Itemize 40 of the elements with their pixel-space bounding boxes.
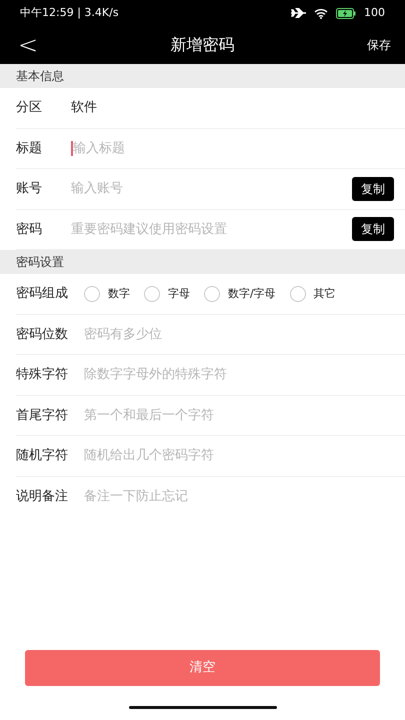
field-label: 密码 (16, 220, 43, 238)
input-field[interactable]: 随机给出几个密码字符 (84, 446, 394, 466)
field-label: 分区 (16, 99, 43, 117)
option-label: 数字/字母 (228, 286, 276, 302)
input-field[interactable]: 重要密码建议使用密码设置 (71, 220, 352, 239)
field-label: 随机字符 (16, 447, 69, 465)
radio-button[interactable] (84, 286, 100, 302)
field-label: 密码位数 (16, 326, 69, 344)
input-field[interactable]: 输入标题 (73, 138, 394, 158)
option-label: 数字 (108, 286, 130, 302)
battery-level: 100 (364, 4, 385, 21)
wifi-icon (314, 8, 328, 18)
save-button[interactable]: 保存 (366, 36, 391, 54)
field-label: 账号 (16, 180, 43, 198)
field-label: 首尾字符 (16, 406, 69, 424)
field-label: 特殊字符 (16, 366, 69, 384)
input-field[interactable]: 除数字字母外的特殊字符 (84, 365, 394, 384)
input-field[interactable]: 备注一下防止忘记 (84, 487, 394, 506)
option-label: 字母 (168, 286, 190, 302)
battery-charging-icon (336, 8, 356, 18)
input-field[interactable]: 密码有多少位 (84, 324, 394, 344)
radio-button[interactable] (144, 286, 160, 302)
section-header: 密码设置 (16, 254, 64, 271)
field-label: 密码组成 (16, 285, 69, 303)
input-field[interactable]: 输入账号 (71, 179, 352, 198)
back-button[interactable]: < (18, 33, 38, 57)
airplane-icon (291, 8, 306, 18)
field-label: 标题 (16, 140, 43, 158)
field-label: 说明备注 (16, 488, 69, 506)
section-header: 基本信息 (16, 68, 64, 85)
page-title: 新增密码 (170, 34, 235, 56)
home-indicator[interactable] (128, 706, 276, 708)
status-time: 中午12:59 | 3.4K/s (20, 4, 119, 21)
field-value: 软件 (71, 99, 97, 117)
copy-button[interactable]: 复制 (352, 217, 394, 242)
copy-button[interactable]: 复制 (352, 176, 394, 201)
radio-button[interactable] (290, 286, 306, 302)
radio-button[interactable] (204, 286, 220, 302)
option-label: 其它 (314, 286, 336, 302)
input-field[interactable]: 第一个和最后一个字符 (84, 406, 394, 425)
